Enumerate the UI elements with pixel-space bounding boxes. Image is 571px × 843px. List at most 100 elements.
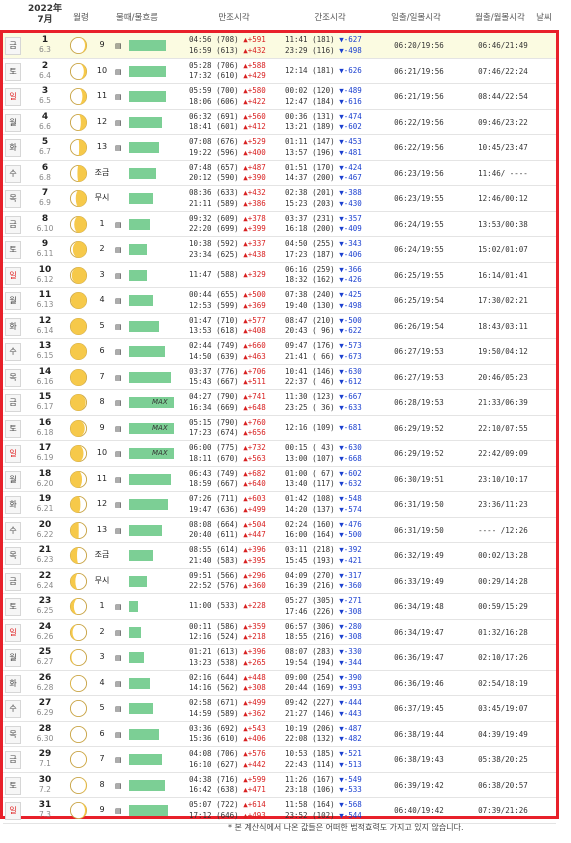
lunar-date: 6.9 xyxy=(39,198,51,207)
low-tide-cell: 04:50 (255) ▼-343 17:23 (187) ▼-406 xyxy=(285,239,362,260)
high-tide-header: 만조시각 xyxy=(218,13,250,23)
rise-delta: ▲+499 xyxy=(243,504,266,514)
time-text: 04:09 (270) xyxy=(285,570,340,580)
low-tide-time: 03:37 (231) ▼-357 xyxy=(285,214,362,225)
low-tide-time: 23:25 ( 36) ▼-633 xyxy=(285,403,362,414)
table-row: 토 2 6.4 10 ▤ 05:28 (706) ▲+588 17:32 (610) ▲+4… xyxy=(3,59,556,84)
tide-number: 3 xyxy=(99,652,105,661)
lunar-date: 6.6 xyxy=(39,121,51,131)
moonrise-moonset: 03:45/19:07 xyxy=(478,704,528,713)
high-tide-time: 16:10 (627) ▲+442 xyxy=(189,760,266,771)
time-text: 04:56 (708) xyxy=(189,35,244,44)
solar-day: 1 xyxy=(41,35,49,45)
moon-phase-icon xyxy=(69,419,88,438)
low-tide-time: 22:08 (132) ▼-482 xyxy=(285,734,362,745)
tide-symbol-icon: ▤ xyxy=(115,348,122,356)
time-text: 19:40 (130) xyxy=(285,300,340,310)
time-text: 16:18 (200) xyxy=(285,224,340,233)
sunrise-sunset: 06:28/19:53 xyxy=(394,398,444,407)
time-text: 02:16 (644) xyxy=(189,672,244,682)
rise-delta: ▲+408 xyxy=(243,326,266,335)
moonrise-moonset: 01:32/16:28 xyxy=(478,627,528,637)
low-tide-cell: 11:30 (123) ▼-667 23:25 ( 36) ▼-633 xyxy=(285,392,362,413)
high-tide-cell: 02:58 (671) ▲+499 14:59 (589) ▲+362 xyxy=(189,698,266,719)
high-tide-time: 07:48 (657) ▲+487 xyxy=(189,163,266,174)
time-text: 12:16 (109) xyxy=(285,422,340,432)
rise-delta: ▲+504 xyxy=(243,519,266,529)
high-tide-time: 19:47 (636) ▲+499 xyxy=(189,505,266,516)
fall-delta: ▼-602 xyxy=(339,122,362,131)
time-text: 02:24 (160) xyxy=(285,519,340,529)
fall-delta: ▼-633 xyxy=(339,402,362,412)
high-tide-time: 22:20 (699) ▲+399 xyxy=(189,224,266,235)
time-text: 08:47 (210) xyxy=(285,315,340,325)
max-label: MAX xyxy=(152,449,168,457)
high-tide-cell: 01:21 (613) ▲+396 13:23 (538) ▲+265 xyxy=(189,647,266,668)
rise-delta: ▲+369 xyxy=(243,300,266,310)
lunar-date: 6.25 xyxy=(36,606,54,615)
sunrise-sunset: 06:30/19:51 xyxy=(394,474,444,484)
fall-delta: ▼-548 xyxy=(339,494,362,503)
time-text: 15:43 (667) xyxy=(189,377,244,386)
lunar-date: 6.18 xyxy=(36,427,54,437)
fall-delta: ▼-668 xyxy=(339,453,362,463)
weekday-badge: 일 xyxy=(5,266,21,285)
rise-delta: ▲+412 xyxy=(243,122,266,131)
solar-day: 8 xyxy=(41,213,49,224)
sunrise-sunset: 06:34/19:47 xyxy=(394,627,444,637)
high-tide-cell: 08:08 (664) ▲+504 20:40 (611) ▲+447 xyxy=(189,520,266,541)
high-tide-cell: 08:36 (633) ▲+432 21:11 (589) ▲+386 xyxy=(189,188,266,209)
low-tide-time: 12:16 (109) ▼-681 xyxy=(285,423,362,434)
date-cell: 29 7.1 xyxy=(25,749,65,769)
time-text: 05:27 (305) xyxy=(285,596,340,605)
weekday-badge: 월 xyxy=(5,113,21,132)
rise-delta: ▲+448 xyxy=(243,672,266,682)
lunar-date: 6.4 xyxy=(39,70,51,80)
time-text: 07:26 (711) xyxy=(189,494,244,503)
table-row: 금 15 6.17 8 ▤ MAX 04:27 (790) ▲+741 16:34 (669)… xyxy=(3,390,556,416)
time-text: 10:53 (185) xyxy=(285,749,340,758)
rise-delta: ▲+386 xyxy=(243,198,266,208)
weekday-badge: 금 xyxy=(5,394,21,412)
fall-delta: ▼-421 xyxy=(339,555,362,565)
high-tide-cell: 03:37 (776) ▲+706 15:43 (667) ▲+511 xyxy=(189,367,266,388)
time-text: 11:26 (167) xyxy=(285,774,340,784)
moon-phase-icon xyxy=(69,495,88,514)
fall-delta: ▼-626 xyxy=(339,65,362,75)
moonrise-moonset: 23:10/10:17 xyxy=(478,474,528,484)
date-cell: 28 6.30 xyxy=(25,724,65,744)
high-tide-time: 03:36 (692) ▲+543 xyxy=(189,724,266,735)
date-cell: 21 6.23 xyxy=(25,545,65,565)
weekday-badge: 월 xyxy=(5,649,21,667)
low-tide-cell: 00:36 (131) ▼-474 13:21 (189) ▼-602 xyxy=(285,112,362,133)
rise-delta: ▲+511 xyxy=(243,377,266,386)
low-tide-cell: 11:58 (164) ▼-568 23:52 (102) ▼-544 xyxy=(285,800,362,821)
tide-strength-bar xyxy=(129,499,168,510)
time-text: 19:54 (194) xyxy=(285,657,340,667)
max-label: MAX xyxy=(152,423,168,432)
high-tide-time: 10:38 (592) ▲+337 xyxy=(189,239,266,250)
date-cell: 6 6.8 xyxy=(25,163,65,183)
sunrise-sunset: 06:21/19:56 xyxy=(394,66,444,76)
fall-delta: ▼-630 xyxy=(339,443,362,452)
lunar-date: 6.29 xyxy=(36,708,54,717)
table-row: 금 8 6.10 1 ▤ 09:32 (609) ▲+378 22:20 (699) ▲+3… xyxy=(3,212,556,237)
moon-phase-icon xyxy=(69,266,88,285)
low-tide-cell: 06:16 (259) ▼-366 18:32 (162) ▼-426 xyxy=(285,265,362,286)
time-text: 08:36 (633) xyxy=(189,188,244,197)
sunrise-sunset: 06:23/19:55 xyxy=(394,194,444,203)
tide-number: 2 xyxy=(99,244,105,253)
time-text: 05:59 (700) xyxy=(189,86,244,95)
tide-number: 1 xyxy=(99,218,105,228)
time-text: 00:15 ( 43) xyxy=(285,443,340,452)
tide-number: 1 xyxy=(99,601,105,610)
high-tide-cell: 11:00 (533) ▲+228 xyxy=(189,601,266,612)
rise-delta: ▲+603 xyxy=(243,494,266,503)
low-tide-time: 21:41 ( 66) ▼-673 xyxy=(285,352,362,363)
low-tide-time: 01:42 (108) ▼-548 xyxy=(285,494,362,505)
tide-strength-bar xyxy=(129,754,162,765)
high-tide-time: 04:08 (706) ▲+576 xyxy=(189,749,266,760)
rise-delta: ▲+500 xyxy=(243,290,266,299)
low-tide-cell: 09:42 (227) ▼-444 21:27 (146) ▼-443 xyxy=(285,698,362,719)
rise-delta: ▲+438 xyxy=(243,249,266,259)
